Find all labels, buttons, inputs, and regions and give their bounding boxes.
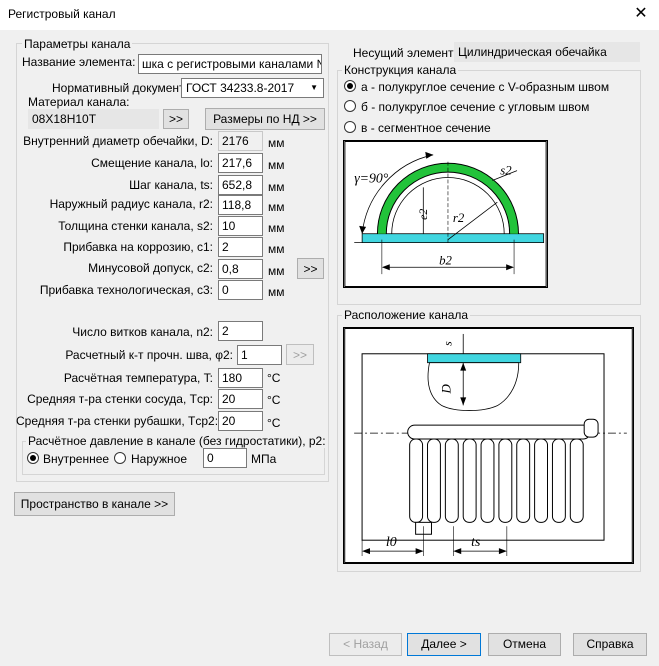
construction-option-b-radio[interactable] [344,100,356,112]
pressure-field[interactable]: 0 [203,448,247,468]
construction-option-b[interactable]: б - полукруглое сечение с угловым швом [361,100,589,114]
turns-label: Число витков канала, n2: [72,325,213,339]
temp-field[interactable]: 180 [218,368,263,388]
carrier-field: Цилиндрическая обечайка [454,42,640,62]
unit-label: °C [267,416,281,430]
pressure-outer-radio[interactable] [114,452,126,464]
e2-label: e2 [416,209,430,220]
chevron-down-icon: ▼ [310,83,318,92]
unit-label: °C [267,393,281,407]
pressure-outer-label[interactable]: Наружное [131,452,187,466]
field-label: Прибавка технологическая, c3: [39,283,213,297]
diameter-field: 2176 [218,131,263,151]
field-label: Толщина стенки канала, s2: [58,219,213,233]
construction-option-a[interactable]: а - полукруглое сечение с V-образным шво… [361,80,609,94]
sizes-button[interactable]: Размеры по НД >> [205,108,325,130]
field-label: Смещение канала, lo: [91,156,213,170]
tech-field[interactable]: 0 [218,280,263,300]
s-label: s [440,341,454,346]
unit-label: мм [268,264,285,278]
temp-label: Расчётная температура, T: [63,371,213,385]
material-field[interactable]: 08Х18Н10Т [28,109,159,129]
norm-select-value: ГОСТ 34233.8-2017 [186,81,295,95]
location-title: Расположение канала [342,308,471,322]
field-label: Внутренний диаметр обечайки, D: [23,134,213,148]
pitch-field[interactable]: 652,8 [218,175,263,195]
construction-figure: γ=90° s2 e2 r2 b2 [343,140,548,288]
next-button[interactable]: Далее > [407,633,481,656]
weld-label: Расчетный к-т прочн. шва, φ2: [65,348,233,362]
location-figure: D s l0 ts [343,327,634,564]
construction-title: Конструкция канала [342,63,459,77]
construction-option-c-radio[interactable] [344,121,356,133]
unit-label: °C [267,371,281,385]
thickness-field[interactable]: 10 [218,216,263,236]
weld-field[interactable]: 1 [237,345,282,365]
minus-button[interactable]: >> [297,258,324,279]
name-field[interactable]: шка с регистровыми каналами №1 [138,54,322,74]
weld-button[interactable]: >> [286,344,314,365]
back-button[interactable]: < Назад [329,633,402,656]
window-title: Регистровый канал [8,7,116,21]
help-button[interactable]: Справка [573,633,647,656]
pressure-inner-label[interactable]: Внутреннее [43,452,109,466]
norm-label: Нормативный документ: [52,81,188,95]
radius-field[interactable]: 118,8 [218,195,263,215]
l0-label: l0 [386,535,397,550]
gamma-label: γ=90° [354,170,389,185]
unit-label: мм [268,242,285,256]
unit-label: мм [268,221,285,235]
pressure-inner-radio[interactable] [27,452,39,464]
field-label: Минусовой допуск, c2: [88,261,213,275]
offset-field[interactable]: 217,6 [218,153,263,173]
D-label: D [439,383,453,394]
unit-label: мм [268,200,285,214]
field-label: Шаг канала, ts: [129,178,213,192]
s2-label: s2 [500,164,512,178]
ts-label: ts [471,535,480,550]
temp-label: Средняя т-ра стенки сосуда, Tср: [27,392,213,406]
unit-label: мм [268,158,285,172]
unit-label: МПа [251,452,277,466]
unit-label: мм [268,285,285,299]
carrier-label: Несущий элемент: [353,46,457,60]
cancel-button[interactable]: Отмена [488,633,561,656]
turns-field[interactable]: 2 [218,321,263,341]
norm-select[interactable]: ГОСТ 34233.8-2017 ▼ [181,78,324,98]
construction-option-c[interactable]: в - сегментное сечение [361,121,491,135]
pressure-title: Расчётное давление в канале (без гидрост… [26,434,328,448]
minus-field[interactable]: 0,8 [218,259,263,279]
construction-option-a-radio[interactable] [344,80,356,92]
material-label: Материал канала: [28,95,130,109]
material-button[interactable]: >> [163,109,189,129]
name-label: Название элемента: [22,55,136,69]
space-button[interactable]: Пространство в канале >> [14,492,175,516]
corrosion-field[interactable]: 2 [218,237,263,257]
close-icon[interactable]: ✕ [630,4,652,24]
header-pipe [407,424,591,440]
temp-label: Средняя т-ра стенки рубашки, Tср2: [16,414,219,428]
temp-vessel-field[interactable]: 20 [218,389,263,409]
wall-strip [361,233,545,244]
unit-label: мм [268,136,285,150]
b2-label: b2 [439,253,452,267]
temp-jacket-field[interactable]: 20 [218,411,263,431]
params-group-title: Параметры канала [22,37,133,51]
r2-label: r2 [453,211,465,225]
field-label: Прибавка на коррозию, c1: [63,240,213,254]
unit-label: мм [268,180,285,194]
field-label: Наружный радиус канала, r2: [49,197,213,211]
